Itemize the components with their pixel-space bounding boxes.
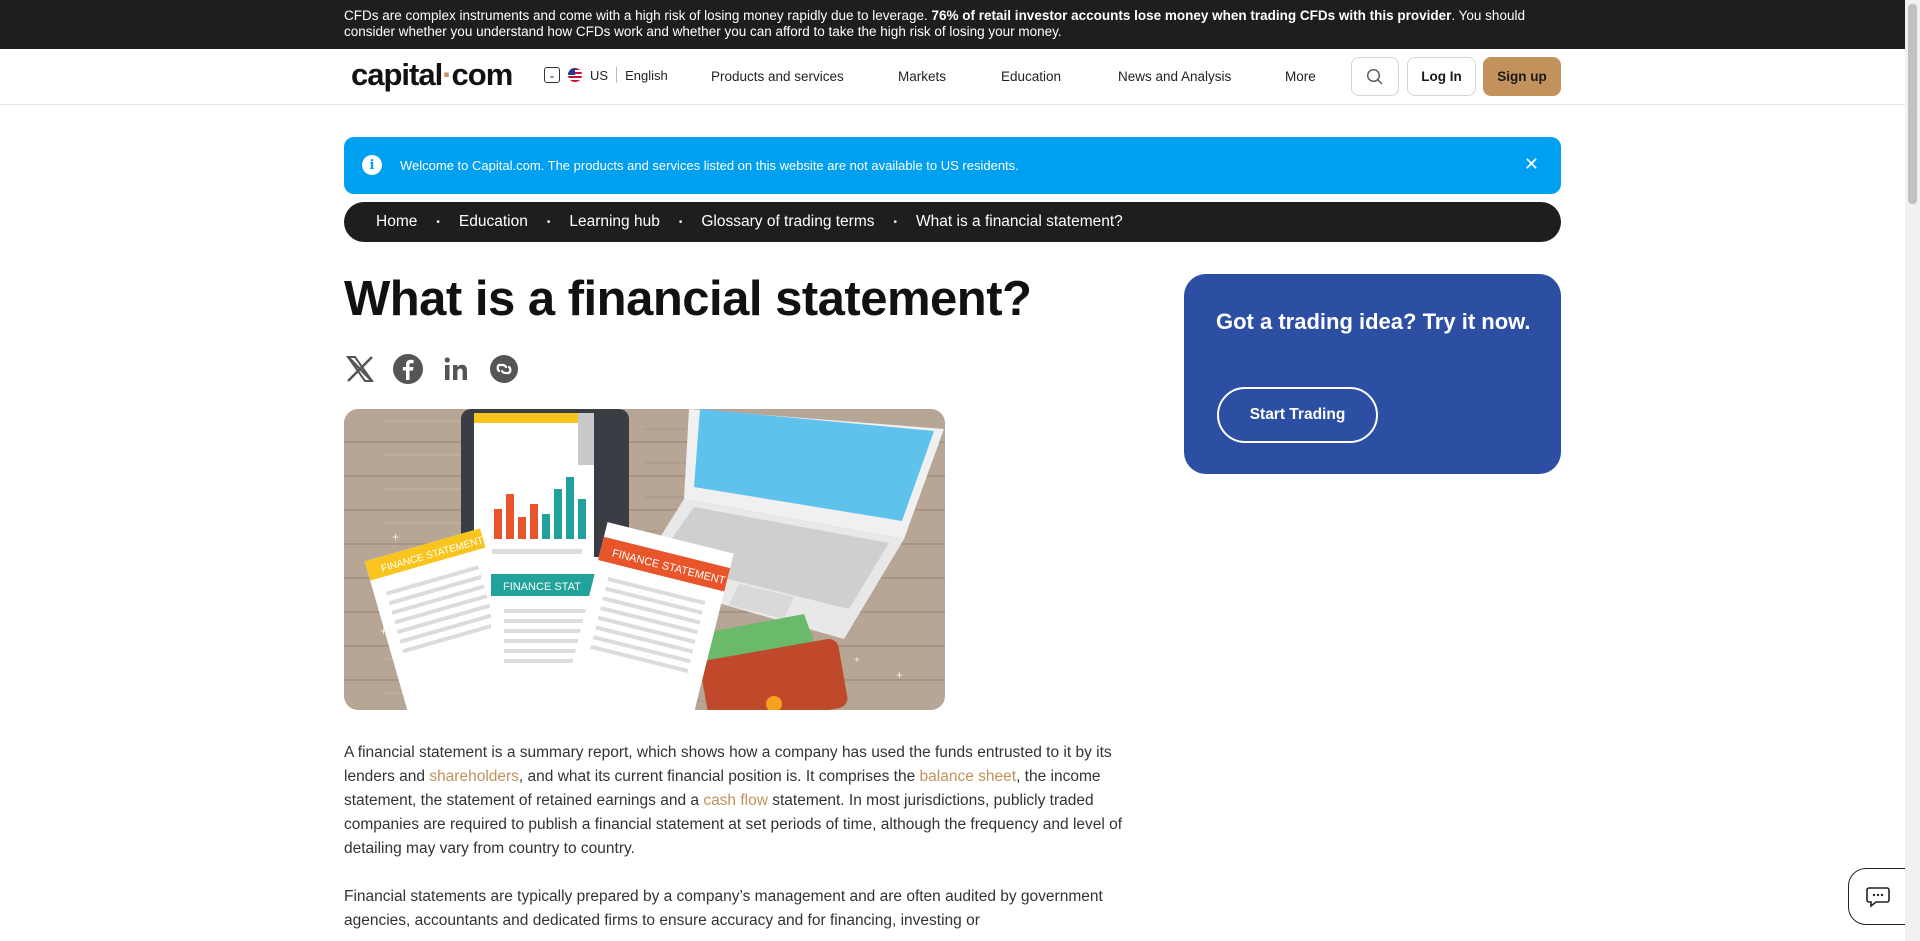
nav-markets[interactable]: Markets: [898, 69, 946, 84]
signup-button[interactable]: Sign up: [1483, 57, 1561, 96]
nav-news-and-analysis[interactable]: News and Analysis: [1118, 69, 1231, 84]
language-label: English: [625, 67, 668, 83]
us-flag-icon: [568, 68, 582, 82]
logo-dot: ·: [442, 57, 452, 92]
svg-text:+: +: [896, 668, 903, 682]
breadcrumb-separator: •: [678, 216, 683, 228]
risk-warning-bold: 76% of retail investor accounts lose mon…: [931, 8, 1452, 23]
risk-warning-text: CFDs are complex instruments and come wi…: [344, 8, 1564, 40]
svg-text:+: +: [392, 530, 399, 544]
balance-sheet-link[interactable]: balance sheet: [920, 768, 1017, 785]
search-icon: [1366, 68, 1383, 84]
cash-flow-link[interactable]: cash flow: [703, 792, 768, 809]
start-trading-button[interactable]: Start Trading: [1217, 387, 1378, 443]
locale-selector[interactable]: ⌄ US English: [544, 67, 668, 83]
capital-com-logo[interactable]: capital·com: [351, 57, 514, 93]
login-button[interactable]: Log In: [1407, 57, 1476, 96]
risk-warning-start: CFDs are complex instruments and come wi…: [344, 8, 932, 23]
article-paragraph-1: A financial statement is a summary repor…: [344, 741, 1146, 861]
scrollbar-thumb[interactable]: [1908, 4, 1917, 204]
financial-statement-illustration: FINANCE STATEMENT FINANCE STAT FINANCE S…: [344, 409, 945, 710]
chevron-down-icon[interactable]: ⌄: [544, 67, 560, 83]
breadcrumb-separator: •: [546, 216, 551, 228]
breadcrumb-current: What is a financial statement?: [916, 213, 1123, 230]
breadcrumb-learning-hub[interactable]: Learning hub: [569, 213, 660, 231]
article-paragraph-2: Financial statements are typically prepa…: [344, 888, 1103, 929]
breadcrumb-glossary[interactable]: Glossary of trading terms: [701, 213, 874, 231]
breadcrumb-separator: •: [893, 216, 898, 228]
x-twitter-icon[interactable]: [344, 353, 376, 385]
finance-statement-label: FINANCE STAT: [503, 581, 581, 593]
logo-text-2: com: [451, 57, 514, 92]
trading-cta-card: Got a trading idea? Try it now. Start Tr…: [1184, 274, 1561, 474]
facebook-icon[interactable]: [392, 353, 424, 385]
risk-warning-bar: CFDs are complex instruments and come wi…: [0, 0, 1905, 49]
linkedin-icon[interactable]: [440, 353, 472, 385]
breadcrumb-education[interactable]: Education: [459, 213, 528, 231]
shareholders-link[interactable]: shareholders: [429, 768, 519, 785]
financial-documents-image: FINANCE STATEMENT FINANCE STAT FINANCE S…: [344, 409, 945, 710]
nav-more[interactable]: More: [1285, 69, 1316, 84]
logo-text-1: capital: [351, 57, 443, 92]
p1-text-b: , and what its current financial positio…: [518, 768, 920, 785]
breadcrumb-separator: •: [436, 216, 440, 228]
close-icon[interactable]: ✕: [1524, 154, 1539, 175]
copy-link-icon[interactable]: [488, 353, 520, 385]
nav-education[interactable]: Education: [1001, 69, 1061, 84]
search-button[interactable]: [1351, 57, 1399, 96]
nav-products-and-services[interactable]: Products and services: [711, 69, 844, 84]
chat-icon: [1866, 886, 1890, 908]
svg-text:+: +: [380, 624, 387, 638]
page-title: What is a financial statement?: [344, 272, 1032, 326]
us-residents-notice: i Welcome to Capital.com. The products a…: [344, 137, 1561, 194]
notice-message: Welcome to Capital.com. The products and…: [400, 158, 1019, 173]
page-scrollbar[interactable]: [1905, 0, 1920, 941]
region-label: US: [590, 67, 609, 83]
svg-text:+: +: [854, 655, 860, 666]
site-header: capital·com ⌄ US English Products and se…: [0, 49, 1905, 105]
chat-widget-button[interactable]: [1848, 868, 1908, 925]
locale-divider: [616, 67, 618, 83]
cta-heading: Got a trading idea? Try it now.: [1216, 309, 1531, 334]
breadcrumb-home[interactable]: Home: [376, 213, 417, 231]
breadcrumb: Home • Education • Learning hub • Glossa…: [344, 202, 1561, 242]
info-icon: i: [362, 155, 382, 175]
